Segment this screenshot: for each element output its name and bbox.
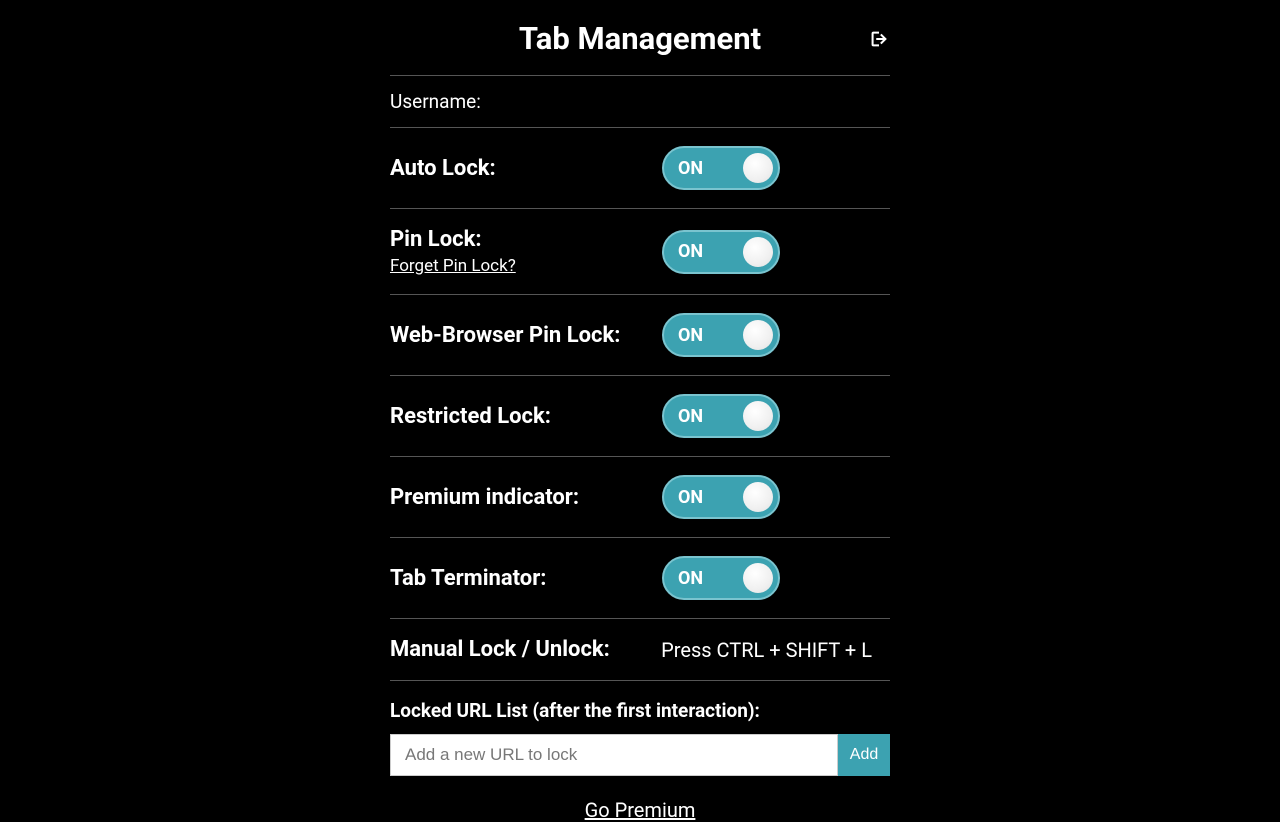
toggle-knob: [743, 482, 773, 512]
toggle-state-label: ON: [678, 325, 703, 346]
premium-indicator-row: Premium indicator: ON: [390, 457, 890, 538]
toggle-knob: [743, 401, 773, 431]
tab-terminator-toggle[interactable]: ON: [662, 556, 780, 600]
header: Tab Management: [390, 20, 890, 76]
manual-lock-shortcut: Press CTRL + SHIFT + L: [661, 638, 872, 662]
toggle-state-label: ON: [678, 487, 703, 508]
toggle-knob: [743, 563, 773, 593]
restricted-lock-row: Restricted Lock: ON: [390, 376, 890, 457]
restricted-lock-label: Restricted Lock:: [390, 404, 551, 429]
auto-lock-toggle[interactable]: ON: [662, 146, 780, 190]
locked-url-label: Locked URL List (after the first interac…: [390, 699, 890, 722]
tab-terminator-row: Tab Terminator: ON: [390, 538, 890, 619]
premium-indicator-toggle[interactable]: ON: [662, 475, 780, 519]
auto-lock-label: Auto Lock:: [390, 156, 496, 181]
go-premium-link[interactable]: Go Premium: [390, 798, 890, 822]
username-label: Username:: [390, 90, 481, 113]
logout-icon[interactable]: [868, 28, 890, 54]
web-browser-pin-lock-label: Web-Browser Pin Lock:: [390, 323, 620, 348]
toggle-knob: [743, 153, 773, 183]
forget-pin-link[interactable]: Forget Pin Lock?: [390, 256, 516, 276]
toggle-state-label: ON: [678, 406, 703, 427]
toggle-state-label: ON: [678, 241, 703, 262]
web-browser-pin-lock-toggle[interactable]: ON: [662, 313, 780, 357]
toggle-knob: [743, 320, 773, 350]
add-url-button[interactable]: Add: [838, 734, 890, 776]
tab-terminator-label: Tab Terminator:: [390, 566, 546, 591]
auto-lock-row: Auto Lock: ON: [390, 128, 890, 209]
page-title: Tab Management: [519, 20, 761, 57]
premium-indicator-label: Premium indicator:: [390, 485, 579, 510]
locked-url-section: Locked URL List (after the first interac…: [390, 681, 890, 776]
manual-lock-label: Manual Lock / Unlock:: [390, 637, 610, 662]
toggle-knob: [743, 237, 773, 267]
web-browser-pin-lock-row: Web-Browser Pin Lock: ON: [390, 295, 890, 376]
toggle-state-label: ON: [678, 158, 703, 179]
manual-lock-row: Manual Lock / Unlock: Press CTRL + SHIFT…: [390, 619, 890, 681]
pin-lock-toggle[interactable]: ON: [662, 230, 780, 274]
url-input-group: Add: [390, 734, 890, 776]
username-row: Username:: [390, 76, 890, 128]
toggle-state-label: ON: [678, 568, 703, 589]
pin-lock-row: Pin Lock: Forget Pin Lock? ON: [390, 209, 890, 295]
pin-lock-label: Pin Lock:: [390, 227, 516, 252]
url-input[interactable]: [390, 734, 838, 776]
restricted-lock-toggle[interactable]: ON: [662, 394, 780, 438]
